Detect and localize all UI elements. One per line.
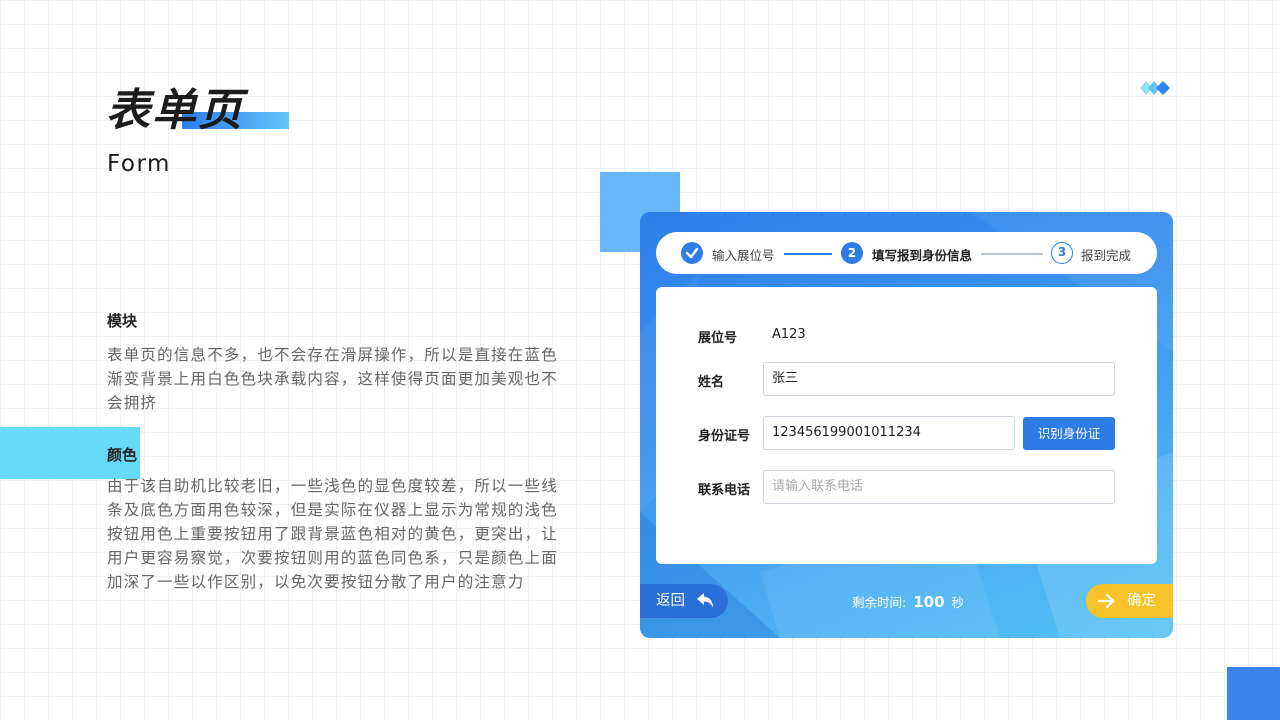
- back-button[interactable]: 返回: [640, 584, 728, 618]
- back-button-label: 返回: [656, 593, 685, 609]
- section-heading-module: 模块: [107, 312, 138, 330]
- timer-prefix: 剩余时间:: [852, 595, 907, 610]
- step-2-label: 填写报到身份信息: [872, 248, 973, 263]
- step-connector: [981, 253, 1043, 255]
- name-input[interactable]: 张三: [763, 362, 1115, 396]
- booth-value: A123: [772, 327, 806, 342]
- phone-label: 联系电话: [698, 483, 751, 498]
- section-body-color: 由于该自助机比较老旧，一些浅色的显色度较差，所以一些线条及底色方面用色较深，但是…: [107, 477, 558, 591]
- step-1-check-icon: [681, 242, 703, 264]
- page-title: 表单页: [106, 85, 244, 136]
- section-body-module: 表单页的信息不多，也不会存在滑屏操作，所以是直接在蓝色渐变背景上用白色色块承载内…: [107, 346, 558, 412]
- page-subtitle: Form: [107, 151, 171, 177]
- form-card: 展位号 A123 姓名 张三 身份证号 123456199001011234 识…: [656, 287, 1157, 564]
- progress-stepper: 输入展位号 2 填写报到身份信息 3 报到完成: [656, 232, 1157, 274]
- back-arrow-icon: [697, 593, 713, 608]
- id-number-input[interactable]: 123456199001011234: [763, 416, 1015, 450]
- check-icon: [685, 247, 699, 259]
- kiosk-screen: 输入展位号 2 填写报到身份信息 3 报到完成 展位号 A123 姓名 张三 身…: [640, 212, 1173, 638]
- timer-value: 100: [913, 593, 945, 611]
- step-3-label: 报到完成: [1081, 248, 1132, 263]
- booth-label: 展位号: [698, 331, 738, 346]
- scan-id-card-button[interactable]: 识别身份证: [1023, 417, 1115, 450]
- countdown-timer: 剩余时间: 100 秒: [852, 592, 964, 611]
- right-arrow-icon: [1098, 593, 1115, 609]
- name-label: 姓名: [698, 375, 725, 390]
- step-2-number: 2: [841, 242, 863, 264]
- confirm-button[interactable]: 确定: [1086, 584, 1173, 618]
- section-heading-color: 颜色: [107, 446, 138, 464]
- phone-input[interactable]: 请输入联系电话: [763, 470, 1115, 504]
- step-connector: [784, 253, 832, 255]
- confirm-button-label: 确定: [1127, 593, 1156, 609]
- step-3-number: 3: [1051, 242, 1073, 264]
- timer-unit: 秒: [951, 595, 965, 610]
- step-1-label: 输入展位号: [712, 248, 775, 263]
- id-number-label: 身份证号: [698, 429, 751, 444]
- diamonds-logo-icon: [1140, 81, 1170, 95]
- decorative-corner-square: [1227, 667, 1280, 720]
